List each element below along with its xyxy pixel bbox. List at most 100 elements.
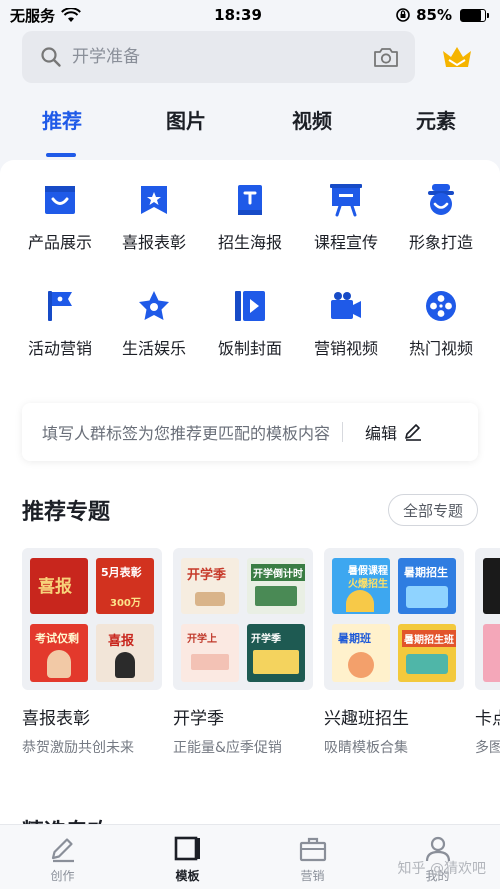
topic-subtitle: 正能量&应季促销 [173, 740, 282, 756]
watermark: 知乎 @猜欢吧 [397, 861, 486, 877]
thumb-poster: 开学季 [181, 558, 239, 614]
category-hot-video[interactable]: 热门视频 [393, 289, 489, 359]
thumb-poster: 暑期招生班 [398, 624, 456, 682]
category-event-marketing[interactable]: 活动营销 [12, 289, 108, 359]
nav-profile[interactable]: 我的 [375, 825, 500, 889]
product-display-icon [45, 186, 75, 214]
edit-label: 编辑 [365, 424, 398, 443]
nav-templates[interactable]: 模板 [125, 825, 250, 889]
topic-subtitle: 吸睛模板合集 [324, 740, 408, 756]
all-topics-button[interactable]: 全部专题 [387, 494, 478, 526]
pencil-icon [51, 838, 74, 863]
pencil-icon [405, 424, 422, 441]
thumb-poster: 暑假课程 火爆招生 [332, 558, 390, 614]
vip-crown-icon[interactable] [441, 42, 473, 72]
category-good-news[interactable]: 喜报表彰 [106, 183, 202, 253]
status-time: 18:39 [214, 6, 262, 24]
category-marketing-video[interactable]: 营销视频 [298, 289, 394, 359]
wifi-icon [61, 7, 81, 22]
category-product-display[interactable]: 产品展示 [12, 183, 108, 253]
audience-tag-prompt: 填写人群标签为您推荐更匹配的模板内容 [42, 424, 331, 443]
good-news-icon [141, 186, 167, 214]
battery-icon [459, 8, 489, 22]
thumb-poster: 开学倒计时 [247, 558, 305, 614]
nav-create[interactable]: 创作 [0, 825, 125, 889]
enrollment-poster-icon [238, 185, 262, 215]
thumb-poster: 开学季 [247, 624, 305, 682]
orientation-lock-icon [396, 8, 410, 22]
thumb-poster [483, 624, 500, 682]
topic-card-beat-sync[interactable]: 卡点 多图 [475, 548, 500, 757]
topic-title: 喜报表彰 [22, 709, 90, 729]
hot-video-icon [426, 291, 456, 321]
tab-images[interactable]: 图片 [166, 105, 206, 134]
divider [342, 422, 344, 442]
thumb-poster: 喜报 [30, 558, 88, 614]
briefcase-icon [299, 837, 326, 862]
category-label: 饭制封面 [217, 339, 282, 358]
template-icon [174, 836, 200, 861]
recommend-section-header: 推荐专题 全部专题 [22, 492, 478, 528]
event-marketing-icon [48, 291, 72, 321]
category-label: 形象打造 [408, 233, 473, 252]
thumb-poster: 暑期招生 [398, 558, 456, 614]
category-label: 生活娱乐 [121, 339, 186, 358]
category-label: 课程宣传 [313, 233, 378, 252]
bottom-nav: 创作 模板 营销 我的 [0, 824, 500, 889]
topic-title: 开学季 [173, 709, 224, 729]
topic-thumbnail: 暑假课程 火爆招生 暑期招生 暑期班 暑期招生班 [324, 548, 464, 690]
nav-marketing[interactable]: 营销 [250, 825, 375, 889]
topic-title: 兴趣班招生 [324, 709, 409, 729]
edit-tags-button[interactable]: 编辑 [365, 420, 423, 444]
image-building-icon [428, 184, 454, 215]
lifestyle-icon [139, 291, 169, 320]
carrier-label: 无服务 [10, 6, 56, 25]
search-icon [41, 47, 61, 67]
category-label: 营销视频 [313, 339, 378, 358]
category-enrollment-poster[interactable]: 招生海报 [202, 183, 298, 253]
thumb-poster: 暑期班 [332, 624, 390, 682]
topic-title: 卡点 [475, 709, 500, 729]
search-bar[interactable] [22, 31, 415, 83]
category-image-building[interactable]: 形象打造 [393, 183, 489, 253]
category-fan-cover[interactable]: 饭制封面 [202, 289, 298, 359]
category-tabs: 推荐 图片 视频 元素 [0, 105, 500, 157]
search-row [22, 31, 478, 83]
thumb-poster: 考试仅剩 [30, 624, 88, 682]
topic-subtitle: 恭贺激励共创未来 [22, 740, 134, 756]
category-label: 热门视频 [408, 339, 473, 358]
thumb-poster: 5月表彰 300万 [96, 558, 154, 614]
category-lifestyle[interactable]: 生活娱乐 [106, 289, 202, 359]
category-label: 产品展示 [27, 233, 92, 252]
topic-card-good-news[interactable]: 喜报 5月表彰 300万 考试仅剩 喜报 喜报表彰 恭贺激励共创未来 [22, 548, 162, 757]
tab-videos[interactable]: 视频 [292, 105, 332, 134]
thumb-poster: 喜报 [96, 624, 154, 682]
search-input[interactable] [72, 47, 373, 67]
fan-cover-icon [235, 291, 265, 321]
thumb-poster [483, 558, 500, 614]
nav-label: 模板 [175, 869, 200, 883]
topic-card-interest-class[interactable]: 暑假课程 火爆招生 暑期招生 暑期班 暑期招生班 兴趣班招生 吸睛模板合集 [324, 548, 464, 757]
topic-thumbnail: 开学季 开学倒计时 开学上 开学季 [173, 548, 313, 690]
thumb-poster: 开学上 [181, 624, 239, 682]
course-promo-icon [330, 184, 362, 217]
marketing-video-icon [331, 292, 361, 319]
category-label: 招生海报 [217, 233, 282, 252]
status-bar: 无服务 18:39 85% [0, 0, 500, 30]
topic-thumbnail [475, 548, 500, 690]
category-label: 活动营销 [27, 339, 92, 358]
section-title: 推荐专题 [22, 500, 111, 525]
audience-tag-card[interactable]: 填写人群标签为您推荐更匹配的模板内容 编辑 [22, 403, 478, 461]
category-course-promo[interactable]: 课程宣传 [298, 183, 394, 253]
nav-label: 营销 [300, 869, 325, 883]
battery-percent: 85% [416, 6, 452, 24]
camera-icon[interactable] [373, 46, 399, 68]
category-label: 喜报表彰 [121, 233, 186, 252]
topic-subtitle: 多图 [475, 740, 500, 756]
tab-recommend[interactable]: 推荐 [42, 105, 82, 134]
topic-thumbnail: 喜报 5月表彰 300万 考试仅剩 喜报 [22, 548, 162, 690]
active-tab-indicator [46, 153, 76, 157]
nav-label: 创作 [50, 869, 75, 883]
topic-card-school-start[interactable]: 开学季 开学倒计时 开学上 开学季 开学季 正能量&应季促销 [173, 548, 313, 757]
tab-elements[interactable]: 元素 [416, 105, 456, 134]
